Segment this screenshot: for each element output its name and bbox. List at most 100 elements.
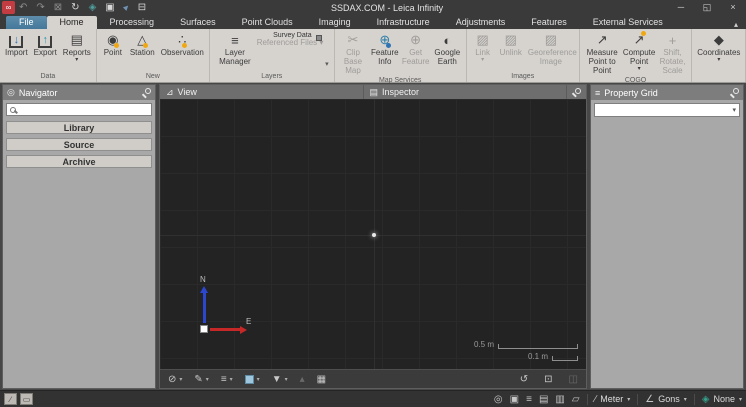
view-axis-icon: ⊿	[166, 87, 174, 98]
property-selector[interactable]: ▾	[594, 103, 740, 117]
compute-point-button[interactable]: ↗ Compute Point ▾	[622, 30, 655, 76]
tab-external-services[interactable]: External Services	[580, 16, 676, 29]
navigator-source-button[interactable]: Source	[6, 138, 152, 151]
tab-view[interactable]: ⊿ View	[160, 85, 364, 99]
tab-home[interactable]: Home	[47, 16, 97, 29]
layers-dropdown-button[interactable]: ▾	[322, 60, 332, 72]
app-logo-icon[interactable]: ∞	[2, 1, 15, 14]
shift-rotate-scale-button[interactable]: + Shift, Rotate, Scale	[656, 30, 689, 76]
tab-infrastructure[interactable]: Infrastructure	[364, 16, 443, 29]
measure-point-to-point-button[interactable]: ↗ Measure Point to Point	[582, 30, 623, 76]
ribbon-group-map-services: ✂ Clip Base Map ⊕ Feature Info ⊕ Get Fea…	[335, 29, 467, 82]
coordinate-system-icon: ◈	[702, 394, 710, 405]
import-icon: ↓	[9, 31, 23, 49]
status-tool-2-button[interactable]: ▭	[20, 393, 33, 405]
close-icon[interactable]: ×	[720, 0, 746, 15]
chevron-down-icon: ▾	[230, 376, 233, 383]
globe-icon: ⊕	[410, 31, 421, 49]
pin-icon[interactable]	[572, 88, 581, 97]
group-label-layers: Layers	[212, 72, 332, 82]
reports-button[interactable]: ▤ Reports ▾	[60, 30, 94, 72]
folder-icon[interactable]: ▱	[572, 394, 580, 405]
view-toolbar: ⊘ ▾ ✎ ▾ ≡ ▾ ▾ ▼ ▾	[160, 369, 586, 388]
zoom-fit-icon[interactable]: ⊡	[544, 374, 552, 385]
minimize-icon[interactable]: ─	[668, 0, 694, 15]
panel-icon: ▭	[23, 395, 31, 404]
ribbon-collapse-icon[interactable]: ▴	[734, 20, 738, 29]
tab-file[interactable]: File	[6, 16, 47, 29]
clip-base-map-button[interactable]: ✂ Clip Base Map	[337, 30, 370, 76]
tab-point-clouds[interactable]: Point Clouds	[229, 16, 306, 29]
view-mode-button[interactable]: ▾	[245, 375, 260, 384]
property-grid-toggle-icon[interactable]: ≡	[526, 394, 532, 405]
axis-indicator: N E	[200, 273, 260, 333]
layer-manager-button[interactable]: ≡ Layer Manager	[212, 30, 258, 72]
referenced-files-button[interactable]: Referenced Files ▾	[257, 38, 324, 47]
feature-info-button[interactable]: ⊕ Feature Info	[369, 30, 400, 76]
tab-processing[interactable]: Processing	[97, 16, 168, 29]
tab-adjustments[interactable]: Adjustments	[443, 16, 519, 29]
redo-icon[interactable]: ↷	[36, 1, 44, 14]
inspector-toggle-icon[interactable]: ▣	[510, 394, 519, 405]
search-input[interactable]	[19, 105, 148, 114]
new-observation-button[interactable]: ∴ Observation	[158, 30, 207, 72]
chevron-down-icon: ▾	[638, 67, 641, 72]
coordinates-button[interactable]: ◆ Coordinates ▾	[694, 30, 743, 72]
georeference-image-button[interactable]: ▨ Georeference Image	[525, 30, 577, 72]
app-window: ∞ ↶ ↷ ⊠ ↻ ◈ ▣ ▸ ⊟ SSDAX.COM - Leica Infi…	[0, 0, 746, 407]
snap-tool-button[interactable]: ⊘ ▾	[168, 374, 182, 385]
property-grid-panel: ≡ Property Grid ▾	[590, 84, 744, 389]
rotate-view-icon[interactable]: ↺	[520, 374, 528, 385]
view-container: ⊿ View ▤ Inspector N E	[159, 84, 587, 389]
pin-tool-icon[interactable]: ▸	[120, 1, 133, 14]
sync-icon[interactable]: ↻	[71, 1, 79, 14]
north-axis-line	[203, 293, 206, 323]
layers-tool-button[interactable]: ≡ ▾	[221, 374, 233, 385]
draw-tool-button[interactable]: ✎ ▾	[194, 374, 208, 385]
length-unit-dropdown[interactable]: ∕ Meter ▾	[595, 394, 631, 405]
undo-icon[interactable]: ↶	[19, 1, 27, 14]
tab-surfaces[interactable]: Surfaces	[167, 16, 229, 29]
get-feature-button[interactable]: ⊕ Get Feature	[400, 30, 431, 76]
pin-icon[interactable]	[730, 88, 739, 97]
navigator-library-button[interactable]: Library	[6, 121, 152, 134]
navigator-archive-button[interactable]: Archive	[6, 155, 152, 168]
pin-icon[interactable]	[142, 88, 151, 97]
extra-tool-button[interactable]: ▴	[300, 374, 305, 385]
scale-large-bar	[498, 344, 578, 349]
link-image-button[interactable]: ▨ Link ▾	[469, 30, 497, 72]
view-extra-icon[interactable]: ◫	[569, 374, 578, 385]
instrument-icon[interactable]: ▣	[105, 1, 114, 14]
image-unlink-icon: ▨	[505, 31, 517, 49]
scissors-icon: ✂	[348, 31, 359, 49]
north-arrow-head	[200, 286, 208, 293]
new-station-button[interactable]: △ Station	[127, 30, 158, 72]
report-toggle-icon[interactable]: ▥	[555, 394, 564, 405]
delete-icon[interactable]: ⊠	[54, 1, 62, 14]
new-point-button[interactable]: ◉ Point	[99, 30, 127, 72]
georeference-icon: ▨	[545, 31, 557, 49]
stamp-icon[interactable]: ◈	[89, 1, 97, 14]
layer-selector[interactable]: Survey Data Referenced Files ▾	[258, 30, 322, 72]
map-canvas[interactable]: N E 0.5 m 0.1 m	[160, 99, 586, 369]
export-button[interactable]: ↑ Export	[31, 30, 60, 72]
grid-toggle-button[interactable]: ▦	[317, 374, 326, 385]
status-tool-1-button[interactable]: ∕	[4, 393, 17, 405]
import-button[interactable]: ↓ Import	[2, 30, 31, 72]
restore-icon[interactable]: ◱	[694, 0, 720, 15]
image-link-icon: ▨	[476, 31, 488, 49]
layout-icon[interactable]: ⊟	[138, 1, 146, 14]
tab-features[interactable]: Features	[518, 16, 580, 29]
ribbon-group-cogo: ↗ Measure Point to Point ↗ Compute Point…	[580, 29, 692, 82]
tab-inspector[interactable]: ▤ Inspector	[364, 85, 568, 99]
tab-imaging[interactable]: Imaging	[306, 16, 364, 29]
layers-toggle-icon[interactable]: ▤	[539, 394, 548, 405]
export-icon: ↑	[38, 31, 52, 49]
filter-tool-button[interactable]: ▼ ▾	[272, 374, 288, 385]
unlink-image-button[interactable]: ▨ Unlink	[497, 30, 525, 72]
coordinate-system-dropdown[interactable]: ◈ None ▾	[702, 394, 742, 405]
navigator-toggle-icon[interactable]: ◎	[494, 394, 503, 405]
ghost-icon: ▴	[300, 374, 305, 385]
angle-unit-dropdown[interactable]: ∠ Gons ▾	[645, 394, 687, 405]
google-earth-button[interactable]: ◐ Google Earth	[431, 30, 464, 76]
